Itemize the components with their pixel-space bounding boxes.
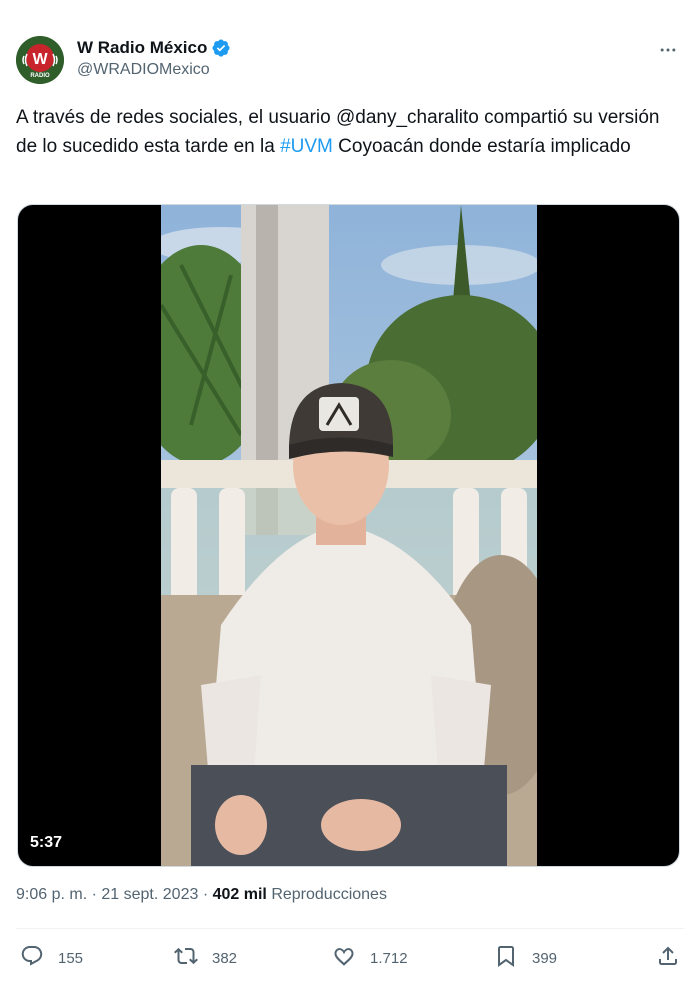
retweet-icon: [174, 944, 198, 973]
author-handle[interactable]: @WRADIOMexico: [77, 61, 231, 79]
bookmark-icon: [494, 944, 518, 973]
share-button[interactable]: [656, 940, 680, 976]
reply-button[interactable]: 155: [20, 940, 83, 976]
tweet-text-after: Coyoacán donde estaría implicado: [332, 136, 631, 157]
retweet-count: 382: [212, 949, 238, 967]
tweet-text: A través de redes sociales, el usuario @…: [16, 103, 684, 161]
avatar-logo-text: W: [32, 51, 48, 68]
divider: [16, 928, 684, 929]
like-count: 1.712: [370, 949, 408, 967]
bookmark-count: 399: [532, 949, 558, 967]
more-options-icon[interactable]: [656, 38, 680, 62]
tweet-time[interactable]: 9:06 p. m.: [16, 886, 87, 903]
hashtag-link[interactable]: #UVM: [280, 136, 333, 157]
video-player[interactable]: 5:37: [17, 204, 680, 867]
share-icon: [656, 944, 680, 973]
tweet-header: W RADIO W Radio México @WRADIOMexico: [16, 36, 684, 86]
display-name[interactable]: W Radio México: [77, 38, 207, 58]
reply-count: 155: [58, 949, 84, 967]
tweet-meta: 9:06 p. m. · 21 sept. 2023 · 402 mil Rep…: [16, 886, 387, 904]
video-duration: 5:37: [30, 834, 63, 851]
reply-icon: [20, 944, 44, 973]
retweet-button[interactable]: 382: [174, 940, 237, 976]
action-bar: 155 382 1.712 399: [16, 940, 684, 976]
views-label: Reproducciones: [271, 886, 387, 903]
video-frame: [161, 205, 537, 866]
verified-badge-icon: [211, 38, 231, 58]
avatar-logo-subtext: RADIO: [30, 73, 50, 79]
tweet-date[interactable]: 21 sept. 2023: [101, 886, 198, 903]
bookmark-button[interactable]: 399: [494, 940, 557, 976]
author-names: W Radio México @WRADIOMexico: [77, 37, 231, 79]
views-count: 402 mil: [212, 886, 267, 903]
like-button[interactable]: 1.712: [332, 940, 408, 976]
meta-separator: ·: [91, 886, 97, 903]
heart-icon: [332, 944, 356, 973]
avatar[interactable]: W RADIO: [16, 36, 64, 84]
meta-separator: ·: [202, 886, 209, 903]
